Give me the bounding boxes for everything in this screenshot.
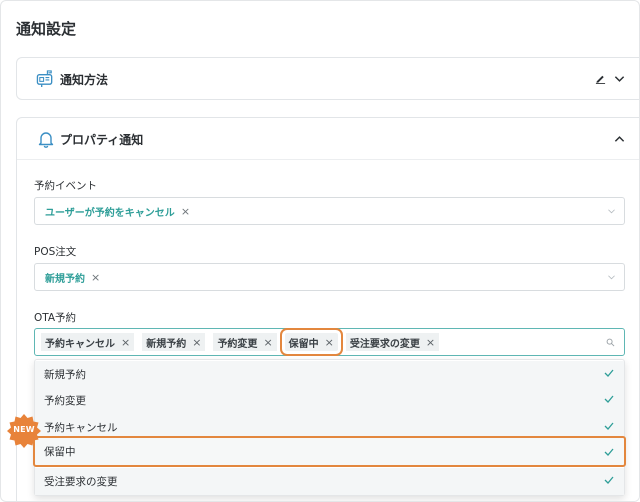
ota-options-dropdown: 新規予約 予約変更 予約キャンセル 保留中 受注要求の変更: [33, 359, 626, 496]
chip-label: 新規予約: [146, 338, 187, 350]
page-title: 通知設定: [16, 20, 77, 38]
chip-remove-icon[interactable]: ×: [181, 205, 190, 218]
pos-order-label: POS注文: [34, 246, 77, 258]
chevron-up-icon[interactable]: [614, 135, 625, 143]
notify-method-header[interactable]: 通知方法: [17, 58, 639, 100]
chip-ota-0: 予約キャンセル ×: [41, 333, 135, 351]
chip-label: 新規予約: [45, 273, 85, 285]
option-label: 新規予約: [44, 369, 86, 381]
new-badge-label: NEW: [13, 425, 35, 434]
notify-method-panel[interactable]: 通知方法: [16, 57, 639, 100]
chip-label: 予約変更: [217, 338, 258, 350]
ota-reservation-select[interactable]: 予約キャンセル × 新規予約 × 予約変更 × 保留中 × 受注要求の変更 ×: [34, 328, 625, 356]
dropdown-option-3-highlighted[interactable]: 保留中: [33, 436, 626, 467]
chip-ota-1: 新規予約 ×: [142, 333, 206, 351]
option-label: 予約変更: [44, 395, 86, 407]
mailbox-icon: [36, 70, 53, 88]
chevron-down-icon[interactable]: [614, 75, 625, 83]
dropdown-option-1[interactable]: 予約変更: [35, 387, 624, 414]
notify-method-title: 通知方法: [60, 73, 109, 87]
chip-remove-icon[interactable]: ×: [91, 271, 100, 284]
chip-reservation-event-0: ユーザーが予約をキャンセル ×: [41, 202, 194, 220]
reservation-event-label: 予約イベント: [34, 180, 97, 192]
chip-label: 受注要求の変更: [349, 338, 420, 350]
chip-ota-4: 受注要求の変更 ×: [345, 333, 440, 351]
option-label: 受注要求の変更: [44, 476, 118, 488]
chip-label: 予約キャンセル: [45, 338, 115, 350]
dropdown-option-4[interactable]: 受注要求の変更: [35, 468, 624, 495]
chip-label: 保留中: [288, 338, 319, 350]
pos-order-select[interactable]: 新規予約 ×: [34, 263, 625, 291]
chip-ota-3-highlighted: 保留中 ×: [279, 328, 343, 356]
chip-label: ユーザーが予約をキャンセル: [45, 207, 175, 219]
check-icon: [604, 422, 614, 430]
property-notify-header[interactable]: プロパティ通知: [17, 118, 639, 160]
search-icon: [606, 338, 615, 347]
chip-pos-order-0: 新規予約 ×: [41, 268, 104, 286]
bell-icon: [38, 132, 54, 148]
dropdown-option-0[interactable]: 新規予約: [35, 361, 624, 388]
option-label: 予約キャンセル: [44, 422, 118, 434]
caret-down-icon[interactable]: [608, 209, 615, 214]
check-icon: [604, 395, 614, 403]
reservation-event-select[interactable]: ユーザーが予約をキャンセル ×: [34, 197, 625, 225]
chip-remove-icon[interactable]: ×: [121, 336, 130, 349]
check-icon: [604, 448, 614, 456]
pencil-icon[interactable]: [595, 73, 606, 84]
new-badge: NEW: [6, 413, 42, 449]
chip-remove-icon[interactable]: ×: [192, 336, 201, 349]
chip-remove-icon[interactable]: ×: [426, 336, 435, 349]
caret-down-icon[interactable]: [608, 275, 615, 280]
property-notify-title: プロパティ通知: [60, 133, 144, 147]
chip-remove-icon[interactable]: ×: [263, 336, 272, 349]
option-label: 保留中: [44, 446, 76, 458]
check-icon: [604, 369, 614, 377]
chip-ota-2: 予約変更 ×: [213, 333, 277, 351]
chip-remove-icon[interactable]: ×: [325, 336, 334, 349]
ota-reservation-label: OTA予約: [34, 312, 77, 324]
check-icon: [604, 476, 614, 484]
app-window: 通知設定 通知方法 プロパティ通知 予約イベント ユーザーが予約をキャンセル ×…: [0, 0, 640, 502]
